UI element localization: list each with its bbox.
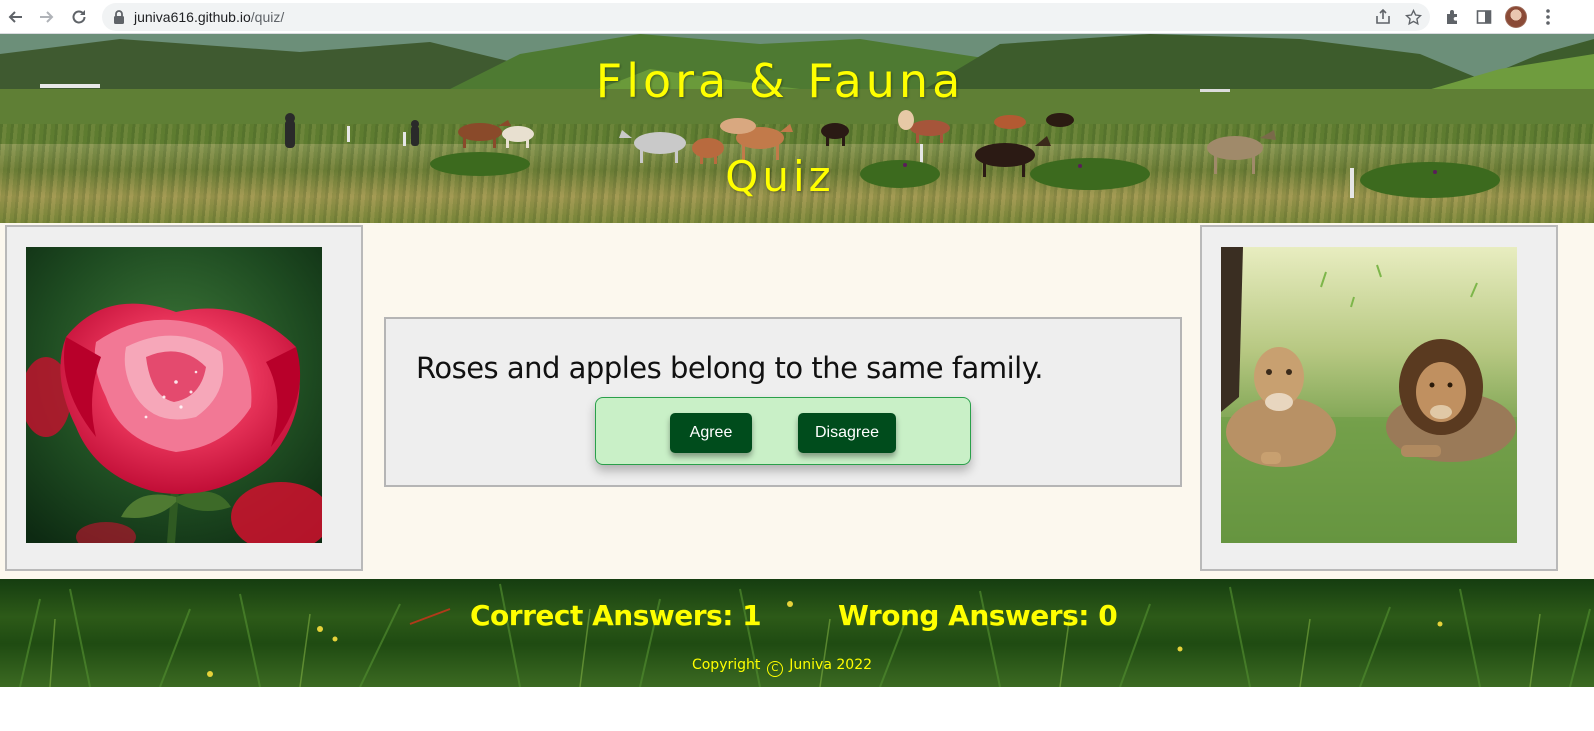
- side-panel-icon[interactable]: [1473, 5, 1495, 29]
- agree-button[interactable]: Agree: [670, 413, 752, 453]
- kebab-menu-icon[interactable]: [1537, 5, 1559, 29]
- right-image-panel: [1200, 225, 1558, 571]
- site-title: Flora & Fauna: [595, 54, 965, 108]
- back-arrow-icon[interactable]: [4, 5, 28, 29]
- address-bar[interactable]: juniva616.github.io/quiz/: [102, 3, 1430, 31]
- avatar[interactable]: [1505, 6, 1527, 28]
- url-text: juniva616.github.io/quiz/: [134, 9, 285, 25]
- copyright-icon: C: [766, 661, 783, 677]
- puzzle-icon[interactable]: [1442, 5, 1464, 29]
- page-bottom-whitespace: [0, 687, 1594, 731]
- share-icon[interactable]: [1374, 8, 1392, 26]
- forward-arrow-icon[interactable]: [34, 5, 58, 29]
- main-content: Roses and apples belong to the same fami…: [0, 223, 1594, 579]
- browser-toolbar: juniva616.github.io/quiz/: [0, 0, 1594, 34]
- rose-image: [26, 247, 322, 543]
- question-text: Roses and apples belong to the same fami…: [416, 351, 1043, 385]
- correct-answers-counter: Correct Answers: 1: [470, 599, 762, 632]
- answer-panel: Agree Disagree: [595, 397, 971, 465]
- disagree-button[interactable]: Disagree: [798, 413, 896, 453]
- wrong-answers-counter: Wrong Answers: 0: [838, 599, 1118, 632]
- left-image-panel: [5, 225, 363, 571]
- copyright-text: Copyright C Juniva 2022: [0, 657, 1564, 677]
- page-footer: Correct Answers: 1 Wrong Answers: 0 Copy…: [0, 579, 1594, 687]
- lock-icon[interactable]: [112, 9, 126, 30]
- page-header: Flora & Fauna Quiz: [0, 34, 1594, 223]
- quiz-card: Roses and apples belong to the same fami…: [384, 317, 1182, 487]
- lions-image: [1221, 247, 1517, 543]
- site-subtitle: Quiz: [725, 152, 835, 201]
- star-icon[interactable]: [1404, 8, 1422, 26]
- reload-icon[interactable]: [67, 5, 91, 29]
